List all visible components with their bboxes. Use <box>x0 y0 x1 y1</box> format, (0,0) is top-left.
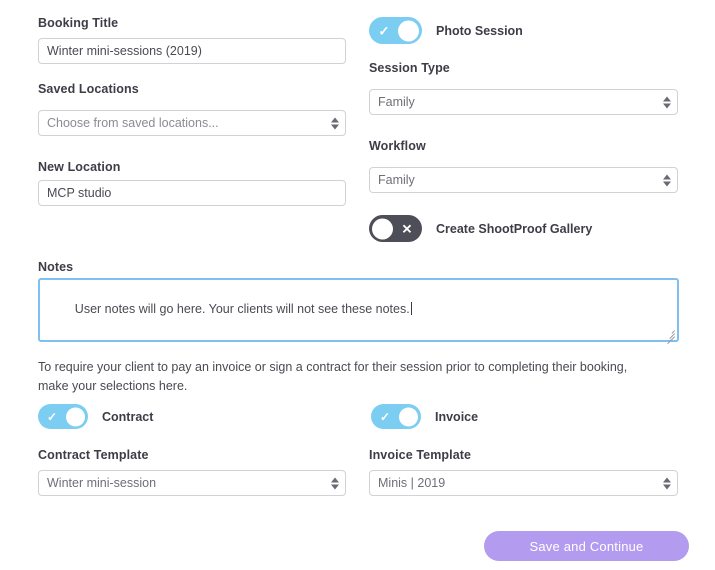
toggle-knob <box>398 20 419 41</box>
invoice-toggle[interactable]: ✓ <box>371 404 421 429</box>
contract-template-label: Contract Template <box>38 448 149 462</box>
photo-session-toggle-row: ✓ Photo Session <box>369 17 523 44</box>
contract-template-select[interactable]: Winter mini-session <box>38 470 346 496</box>
session-type-select[interactable]: Family <box>369 89 678 115</box>
new-location-input[interactable] <box>38 180 346 206</box>
booking-form-page: Booking Title Saved Locations Choose fro… <box>0 0 715 570</box>
toggle-knob <box>66 407 85 426</box>
invoice-toggle-row: ✓ Invoice <box>371 404 478 429</box>
booking-title-field-group: Booking Title <box>38 16 346 30</box>
check-icon: ✓ <box>379 409 391 424</box>
check-icon: ✓ <box>378 23 390 38</box>
photo-session-label: Photo Session <box>436 23 523 38</box>
text-caret <box>410 302 412 315</box>
toggle-knob <box>399 407 418 426</box>
toggle-knob <box>372 218 393 239</box>
invoice-label: Invoice <box>435 409 479 424</box>
invoice-template-select-value: Minis | 2019 <box>369 470 678 496</box>
check-icon: ✓ <box>46 409 58 424</box>
notes-label: Notes <box>38 260 74 274</box>
notes-textarea[interactable]: User notes will go here. Your clients wi… <box>38 278 679 345</box>
new-location-label: New Location <box>38 160 121 174</box>
booking-title-input[interactable] <box>38 38 346 64</box>
contract-toggle[interactable]: ✓ <box>38 404 88 429</box>
workflow-label: Workflow <box>369 139 426 153</box>
saved-locations-select[interactable]: Choose from saved locations... <box>38 110 346 136</box>
session-type-label: Session Type <box>369 61 450 75</box>
session-type-select-value: Family <box>369 89 678 115</box>
saved-locations-label: Saved Locations <box>38 82 139 96</box>
saved-locations-select-value: Choose from saved locations... <box>38 110 346 136</box>
shootproof-gallery-toggle[interactable]: ✕ <box>369 215 422 242</box>
invoice-template-select[interactable]: Minis | 2019 <box>369 470 678 496</box>
shootproof-gallery-toggle-row: ✕ Create ShootProof Gallery <box>369 215 592 242</box>
booking-title-label: Booking Title <box>38 16 119 30</box>
workflow-select[interactable]: Family <box>369 167 678 193</box>
invoice-template-label: Invoice Template <box>369 448 472 462</box>
workflow-select-value: Family <box>369 167 678 193</box>
requirements-helper-text: To require your client to pay an invoice… <box>38 360 628 393</box>
shootproof-gallery-label: Create ShootProof Gallery <box>436 221 593 236</box>
save-and-continue-button[interactable]: Save and Continue <box>484 531 689 561</box>
contract-template-select-value: Winter mini-session <box>38 470 346 496</box>
photo-session-toggle[interactable]: ✓ <box>369 17 422 44</box>
close-icon: ✕ <box>401 221 413 236</box>
contract-toggle-row: ✓ Contract <box>38 404 153 429</box>
notes-textarea-value: User notes will go here. Your clients wi… <box>74 302 410 316</box>
contract-label: Contract <box>102 409 154 424</box>
